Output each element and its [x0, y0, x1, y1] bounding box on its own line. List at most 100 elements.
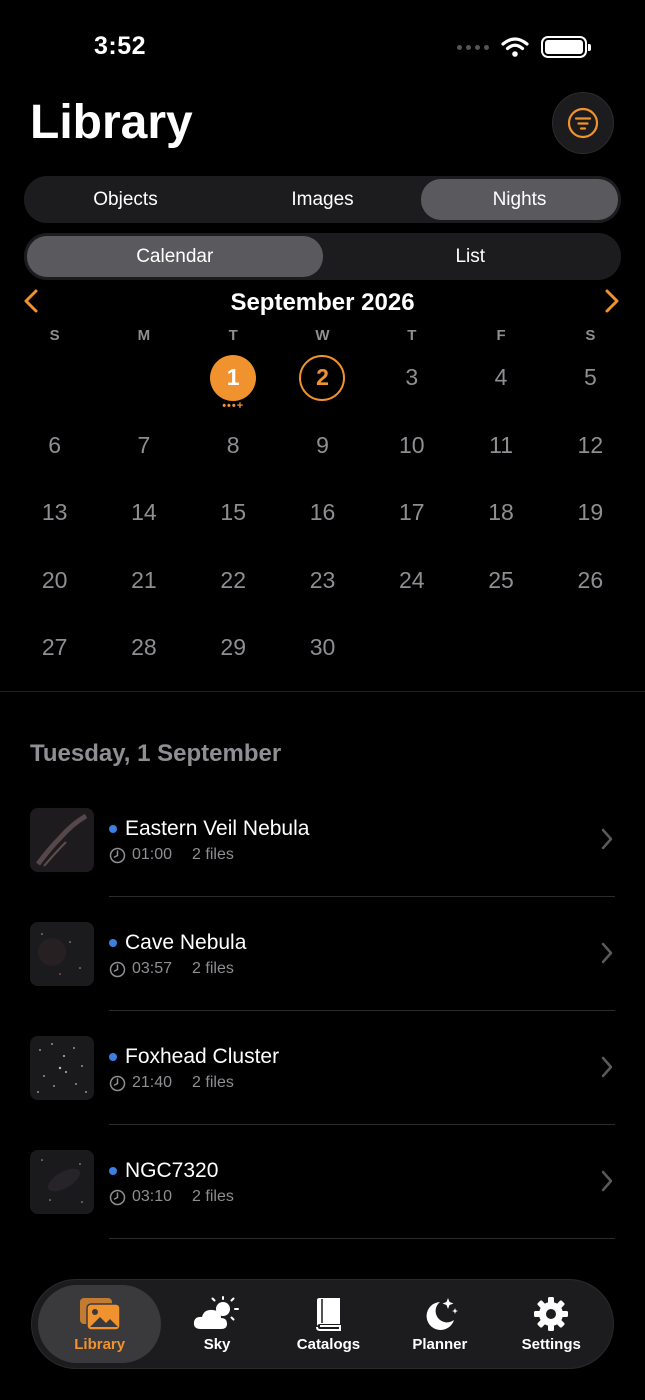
- clock-icon: [109, 1189, 126, 1205]
- calendar-day[interactable]: 20: [10, 547, 99, 615]
- tab-settings[interactable]: Settings: [496, 1285, 607, 1363]
- night-time: 21:40: [132, 1074, 173, 1091]
- calendar-day-number: 14: [131, 499, 157, 526]
- night-list-item[interactable]: Cave Nebula 03:57 2 files: [0, 897, 645, 1011]
- calendar-day[interactable]: 26: [546, 547, 635, 615]
- tab-catalogs[interactable]: Catalogs: [273, 1285, 384, 1363]
- filter-button[interactable]: [552, 92, 614, 154]
- status-dot: [109, 1053, 117, 1061]
- segment-calendar[interactable]: Calendar: [27, 236, 323, 277]
- calendar-day[interactable]: 4: [456, 344, 545, 412]
- calendar-day[interactable]: 19: [546, 479, 635, 547]
- galaxy-thumbnail: [30, 1150, 94, 1214]
- calendar-day[interactable]: 22: [189, 547, 278, 615]
- calendar-day[interactable]: 21: [99, 547, 188, 615]
- session-count-indicator: •••+: [222, 399, 245, 412]
- calendar-day[interactable]: 9: [278, 412, 367, 480]
- calendar-day[interactable]: 8: [189, 412, 278, 480]
- calendar-day[interactable]: 10: [367, 412, 456, 480]
- tab-label: Sky: [203, 1335, 231, 1353]
- clock-icon: [109, 961, 126, 977]
- calendar-day[interactable]: 16: [278, 479, 367, 547]
- night-meta: 03:57 2 files: [109, 960, 234, 978]
- night-time: 01:00: [132, 846, 173, 863]
- calendar-day-number: 26: [577, 566, 604, 593]
- calendar-day[interactable]: 15: [189, 479, 278, 547]
- calendar-day-number: 5: [583, 364, 597, 391]
- night-thumbnail: [30, 922, 94, 986]
- nebula-thumbnail: [30, 808, 94, 872]
- night-meta: 21:40 2 files: [109, 1074, 234, 1092]
- calendar-month-title: September 2026: [230, 289, 415, 316]
- night-thumbnail: [30, 1036, 94, 1100]
- calendar-day[interactable]: 5: [546, 344, 635, 412]
- calendar-day[interactable]: 3: [367, 344, 456, 412]
- calendar-day-number: 24: [398, 566, 425, 593]
- calendar-day-number: 12: [577, 431, 604, 458]
- calendar-day[interactable]: 29: [189, 614, 278, 682]
- moon-stars-icon: [426, 1297, 458, 1330]
- calendar-day[interactable]: 1 •••+: [189, 344, 278, 412]
- segment-nights[interactable]: Nights: [421, 179, 618, 220]
- calendar-day[interactable]: 27: [10, 614, 99, 682]
- calendar-day-number: 28: [131, 634, 157, 661]
- calendar-day[interactable]: 12: [546, 412, 635, 480]
- calendar-day-number: 30: [309, 634, 336, 661]
- segment-objects[interactable]: Objects: [27, 179, 224, 220]
- calendar-day[interactable]: 11: [456, 412, 545, 480]
- night-list-item[interactable]: Eastern Veil Nebula 01:00 2 files: [0, 783, 645, 897]
- calendar-day-number: 9: [316, 431, 329, 458]
- calendar-day[interactable]: 18: [456, 479, 545, 547]
- calendar-day[interactable]: 25: [456, 547, 545, 615]
- calendar-day-number: 7: [137, 431, 151, 458]
- night-object-name: Cave Nebula: [125, 931, 247, 954]
- tab-label: Library: [74, 1335, 126, 1353]
- cloud-sun-icon: [193, 1295, 240, 1329]
- calendar-day[interactable]: 28: [99, 614, 188, 682]
- weekday-label: T: [228, 327, 238, 344]
- calendar-day[interactable]: 23: [278, 547, 367, 615]
- cluster-thumbnail: [30, 1036, 94, 1100]
- tab-planner[interactable]: Planner: [384, 1285, 495, 1363]
- calendar-day-number: 17: [398, 499, 425, 526]
- tab-label: Planner: [412, 1335, 468, 1353]
- weekday-label: S: [49, 327, 60, 344]
- calendar-day[interactable]: 13: [10, 479, 99, 547]
- calendar-day[interactable]: 2: [278, 344, 367, 412]
- calendar-day[interactable]: 17: [367, 479, 456, 547]
- weekday-label: S: [585, 327, 596, 344]
- tab-sky[interactable]: Sky: [161, 1285, 272, 1363]
- next-month-icon[interactable]: [603, 288, 621, 314]
- night-object-name: Eastern Veil Nebula: [125, 817, 310, 840]
- calendar-day-number: 16: [309, 499, 336, 526]
- segment-list[interactable]: List: [323, 236, 619, 277]
- weekday-label: W: [315, 327, 330, 344]
- night-thumbnail: [30, 1150, 94, 1214]
- night-list-item[interactable]: NGC7320 03:10 2 files: [0, 1125, 645, 1239]
- segment-images[interactable]: Images: [224, 179, 421, 220]
- weekday-label: T: [407, 327, 417, 344]
- night-file-count: 2 files: [192, 960, 234, 977]
- calendar-day-number: 25: [488, 566, 514, 593]
- calendar-day-number: 15: [220, 499, 246, 526]
- calendar-day-number: 29: [220, 634, 246, 661]
- night-file-count: 2 files: [192, 846, 234, 863]
- gear-icon: [534, 1296, 569, 1331]
- wifi-icon: [501, 37, 529, 57]
- calendar-day[interactable]: 7: [99, 412, 188, 480]
- calendar-day[interactable]: 30: [278, 614, 367, 682]
- calendar-day[interactable]: 24: [367, 547, 456, 615]
- status-icons: [457, 36, 591, 58]
- calendar-day-number: 4: [494, 364, 508, 391]
- tab-bar: Library Sky Catalogs Planner Settings: [31, 1279, 614, 1369]
- status-time: 3:52: [94, 32, 147, 60]
- night-list-item[interactable]: Foxhead Cluster 21:40 2 files: [0, 1011, 645, 1125]
- filter-icon: [567, 107, 599, 139]
- status-dot: [109, 939, 117, 947]
- tab-library[interactable]: Library: [38, 1285, 162, 1363]
- night-meta: 03:10 2 files: [109, 1188, 234, 1206]
- calendar-day[interactable]: 14: [99, 479, 188, 547]
- calendar-day[interactable]: 6: [10, 412, 99, 480]
- chevron-right-icon: [601, 828, 613, 850]
- calendar-weekday-row: SMTWTFS: [10, 327, 635, 344]
